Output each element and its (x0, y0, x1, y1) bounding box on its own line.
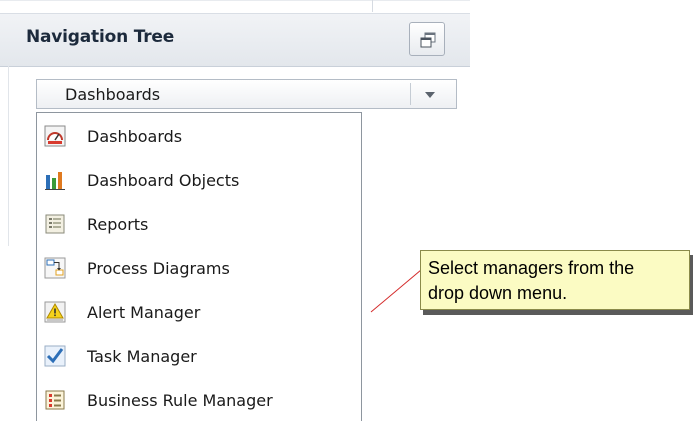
panel-left-border (8, 66, 9, 246)
menu-item-alert-manager[interactable]: Alert Manager (37, 293, 361, 336)
dropdown-selected-value: Dashboards (65, 85, 161, 104)
menu-item-reports[interactable]: Reports (37, 205, 361, 248)
panel-header: Navigation Tree (0, 13, 470, 67)
panel-top-border (0, 0, 470, 1)
task-checkmark-icon (44, 345, 66, 367)
menu-item-label: Task Manager (87, 347, 197, 366)
report-icon (45, 214, 65, 234)
menu-item-label: Reports (87, 215, 149, 234)
panel-title: Navigation Tree (26, 27, 175, 47)
callout-text-line-2: drop down menu. (428, 283, 568, 303)
manager-select-dropdown[interactable]: Dashboards (36, 79, 457, 109)
menu-item-label: Dashboard Objects (87, 171, 240, 190)
business-rule-icon (45, 390, 65, 410)
menu-item-process-diagrams[interactable]: Process Diagrams (37, 249, 361, 292)
dashboard-gauge-icon (44, 125, 66, 147)
callout-tooltip: Select managers from the drop down menu. (420, 250, 690, 310)
menu-item-task-manager[interactable]: Task Manager (37, 337, 361, 380)
menu-item-label: Alert Manager (87, 303, 201, 322)
menu-item-label: Dashboards (87, 127, 183, 146)
navigation-tree-panel: Navigation Tree Dashboards Dashboards Da… (0, 0, 470, 421)
menu-item-dashboards[interactable]: Dashboards (37, 117, 361, 160)
bar-chart-icon (45, 172, 65, 190)
alert-warning-icon (44, 301, 66, 323)
callout-text-line-1: Select managers from the (428, 258, 635, 278)
screenshot-stage: Navigation Tree Dashboards Dashboards Da… (0, 0, 693, 421)
restore-window-button[interactable] (409, 22, 445, 56)
menu-item-label: Business Rule Manager (87, 391, 273, 410)
dropdown-divider (410, 83, 411, 105)
menu-item-business-rule-manager[interactable]: Business Rule Manager (37, 381, 361, 421)
restore-window-icon (420, 32, 436, 48)
menu-item-dashboard-objects[interactable]: Dashboard Objects (37, 161, 361, 204)
menu-item-label: Process Diagrams (87, 259, 230, 278)
process-diagram-icon (44, 257, 66, 279)
panel-divider (372, 0, 373, 12)
dropdown-menu-list: Dashboards Dashboard Objects Reports Pro… (36, 112, 362, 421)
chevron-down-icon[interactable] (424, 91, 436, 99)
